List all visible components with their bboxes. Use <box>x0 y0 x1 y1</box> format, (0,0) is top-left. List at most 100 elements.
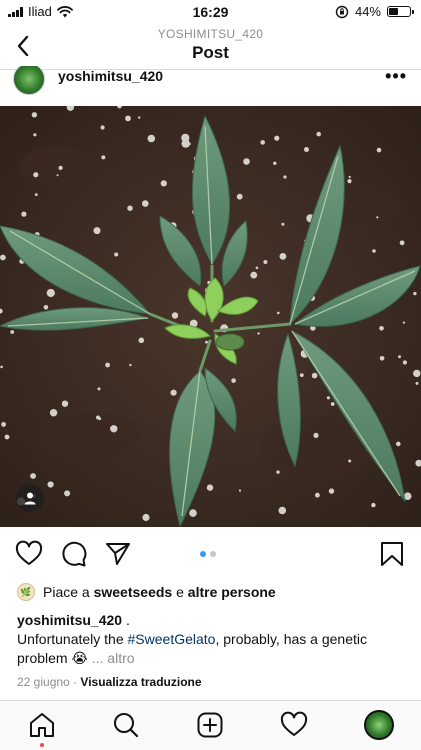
liker-username[interactable]: sweetseeds <box>94 584 173 600</box>
tab-bar <box>0 700 421 750</box>
plus-square-icon[interactable] <box>196 711 224 739</box>
perlite-speck <box>105 362 110 368</box>
perlite-speck <box>396 441 401 447</box>
perlite-speck <box>61 400 69 407</box>
perlite-speck <box>413 369 421 378</box>
perlite-speck <box>415 381 419 385</box>
perlite-speck <box>138 337 145 344</box>
perlite-speck <box>413 291 417 296</box>
perlite-speck <box>31 112 38 118</box>
perlite-speck <box>376 216 379 219</box>
perlite-speck <box>101 155 106 160</box>
perlite-speck <box>58 165 63 170</box>
perlite-speck <box>33 133 37 137</box>
battery-percent: 44% <box>354 4 381 19</box>
perlite-speck <box>348 175 351 179</box>
perlite-speck <box>326 396 330 400</box>
heart-icon[interactable] <box>15 540 43 568</box>
perlite-speck <box>56 174 59 177</box>
perlite-speck <box>34 193 38 196</box>
likes-others[interactable]: altre persone <box>188 584 276 600</box>
perlite-speck <box>399 240 405 246</box>
perlite-speck <box>255 266 259 270</box>
post-actions <box>0 527 421 581</box>
nav-header: YOSHIMITSU_420 Post <box>0 24 421 70</box>
likes-summary[interactable]: 🌿 Piace a sweetseeds e altre persone <box>17 583 276 601</box>
more-options-button[interactable]: ••• <box>385 66 407 87</box>
post-photo[interactable] <box>0 106 421 527</box>
hashtag-link[interactable]: #SweetGelato <box>128 631 216 647</box>
perlite-speck <box>110 425 118 433</box>
perlite-speck <box>206 484 214 491</box>
perlite-speck <box>0 254 6 261</box>
perlite-speck <box>402 321 405 324</box>
perlite-speck <box>274 135 280 141</box>
perlite-speck <box>96 415 100 420</box>
caption-more-link[interactable]: ... altro <box>92 650 135 666</box>
post-meta: 22 giugno · Visualizza traduzione <box>17 675 202 689</box>
orientation-lock-icon <box>335 5 349 18</box>
perlite-speck <box>1 422 6 427</box>
perlite-speck <box>279 253 287 260</box>
perlite-speck <box>328 488 335 494</box>
perlite-speck <box>273 161 277 165</box>
perlite-speck <box>398 355 401 359</box>
perlite-speck <box>10 330 15 334</box>
caption-dot: . <box>125 612 130 628</box>
bookmark-icon[interactable] <box>378 540 406 568</box>
search-icon[interactable] <box>112 711 140 739</box>
perlite-speck <box>316 131 322 137</box>
perlite-speck <box>97 387 101 391</box>
perlite-speck <box>43 305 49 310</box>
avatar[interactable] <box>364 710 394 740</box>
perlite-speck <box>64 490 71 497</box>
carousel-dot <box>210 551 216 557</box>
perlite-speck <box>348 459 352 463</box>
perlite-speck <box>93 227 101 235</box>
carousel-dot <box>200 551 206 557</box>
caption-username[interactable]: yoshimitsu_420 <box>17 612 122 628</box>
crying-emoji: 😭 <box>71 650 88 666</box>
perlite-speck <box>257 332 260 335</box>
send-icon[interactable] <box>104 540 132 568</box>
perlite-speck <box>100 125 105 130</box>
perlite-speck <box>46 288 55 298</box>
perlite-speck <box>372 249 376 253</box>
perlite-speck <box>236 193 243 200</box>
perlite-speck <box>47 481 54 488</box>
perlite-speck <box>277 311 280 315</box>
battery-icon <box>387 6 414 17</box>
home-icon[interactable] <box>28 711 56 739</box>
translate-link[interactable]: Visualizza traduzione <box>80 675 201 689</box>
perlite-speck <box>347 179 352 184</box>
heart-icon[interactable] <box>280 711 308 739</box>
perlite-speck <box>260 140 266 145</box>
perlite-speck <box>147 134 156 143</box>
perlite-speck <box>371 502 376 508</box>
perlite-speck <box>283 175 287 179</box>
perlite-speck <box>170 389 177 396</box>
post-date: 22 giugno <box>17 675 70 689</box>
perlite-speck <box>299 373 304 377</box>
avatar[interactable] <box>13 66 45 95</box>
perlite-speck <box>205 340 208 344</box>
post-caption: yoshimitsu_420 . Unfortunately the #Swee… <box>17 611 409 668</box>
perlite-speck <box>142 200 149 207</box>
caption-text-before: Unfortunately the <box>17 631 124 647</box>
post-username[interactable]: yoshimitsu_420 <box>58 68 163 84</box>
perlite-speck <box>263 260 268 264</box>
tagged-people-button[interactable] <box>16 484 44 512</box>
nav-username: YOSHIMITSU_420 <box>157 27 264 41</box>
comment-icon[interactable] <box>60 540 88 568</box>
perlite-speck <box>49 409 58 417</box>
status-bar: Iliad 16:29 44% <box>0 0 421 24</box>
liker-avatar: 🌿 <box>17 583 35 601</box>
perlite-speck <box>330 402 335 406</box>
perlite-speck <box>313 432 319 438</box>
perlite-speck <box>33 172 39 178</box>
likes-prefix: Piace a <box>43 584 90 600</box>
perlite-speck <box>142 513 150 522</box>
perlite-speck <box>181 133 190 142</box>
post-header: yoshimitsu_420 ••• <box>0 66 421 106</box>
perlite-speck <box>276 470 280 474</box>
